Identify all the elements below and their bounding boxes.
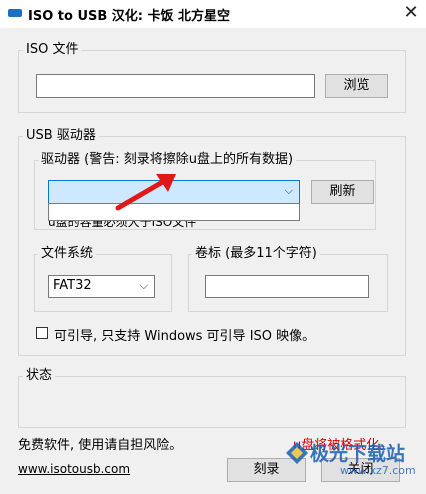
iso-file-legend: ISO 文件: [23, 42, 82, 58]
website-link[interactable]: www.isotousb.com: [18, 462, 130, 476]
filesystem-value: FAT32: [53, 278, 92, 293]
usb-drive-legend: USB 驱动器: [23, 128, 99, 144]
status-legend: 状态: [23, 368, 56, 384]
bootable-checkbox[interactable]: [36, 327, 48, 339]
chevron-down-icon: ⌵: [284, 184, 293, 197]
title-bar: ISO to USB 汉化: 卡饭 北方星空 ✕: [0, 0, 426, 28]
status-group: [18, 376, 406, 428]
iso-path-input[interactable]: [36, 74, 315, 98]
close-window-icon[interactable]: ✕: [396, 0, 426, 28]
filesystem-select[interactable]: FAT32 ⌵: [48, 275, 155, 298]
watermark-url: www.xz7.com: [340, 464, 416, 477]
filesystem-legend: 文件系统: [38, 246, 97, 262]
volume-label-input[interactable]: [205, 275, 369, 298]
window-title: ISO to USB 汉化: 卡饭 北方星空: [28, 9, 231, 24]
watermark-text: 极光下载站: [310, 443, 406, 465]
refresh-button[interactable]: 刷新: [311, 180, 374, 204]
bootable-label: 可引导, 只支持 Windows 可引导 ISO 映像。: [54, 329, 316, 344]
chevron-down-icon: ⌵: [139, 279, 148, 292]
watermark-logo-icon: [286, 442, 308, 464]
volume-label-legend: 卷标 (最多11个字符): [192, 246, 320, 262]
annotation-arrow-icon: [115, 174, 176, 211]
disclaimer-text: 免费软件, 使用请自担风险。: [18, 438, 183, 453]
usb-app-icon: [8, 9, 22, 17]
browse-button[interactable]: 浏览: [325, 74, 388, 98]
